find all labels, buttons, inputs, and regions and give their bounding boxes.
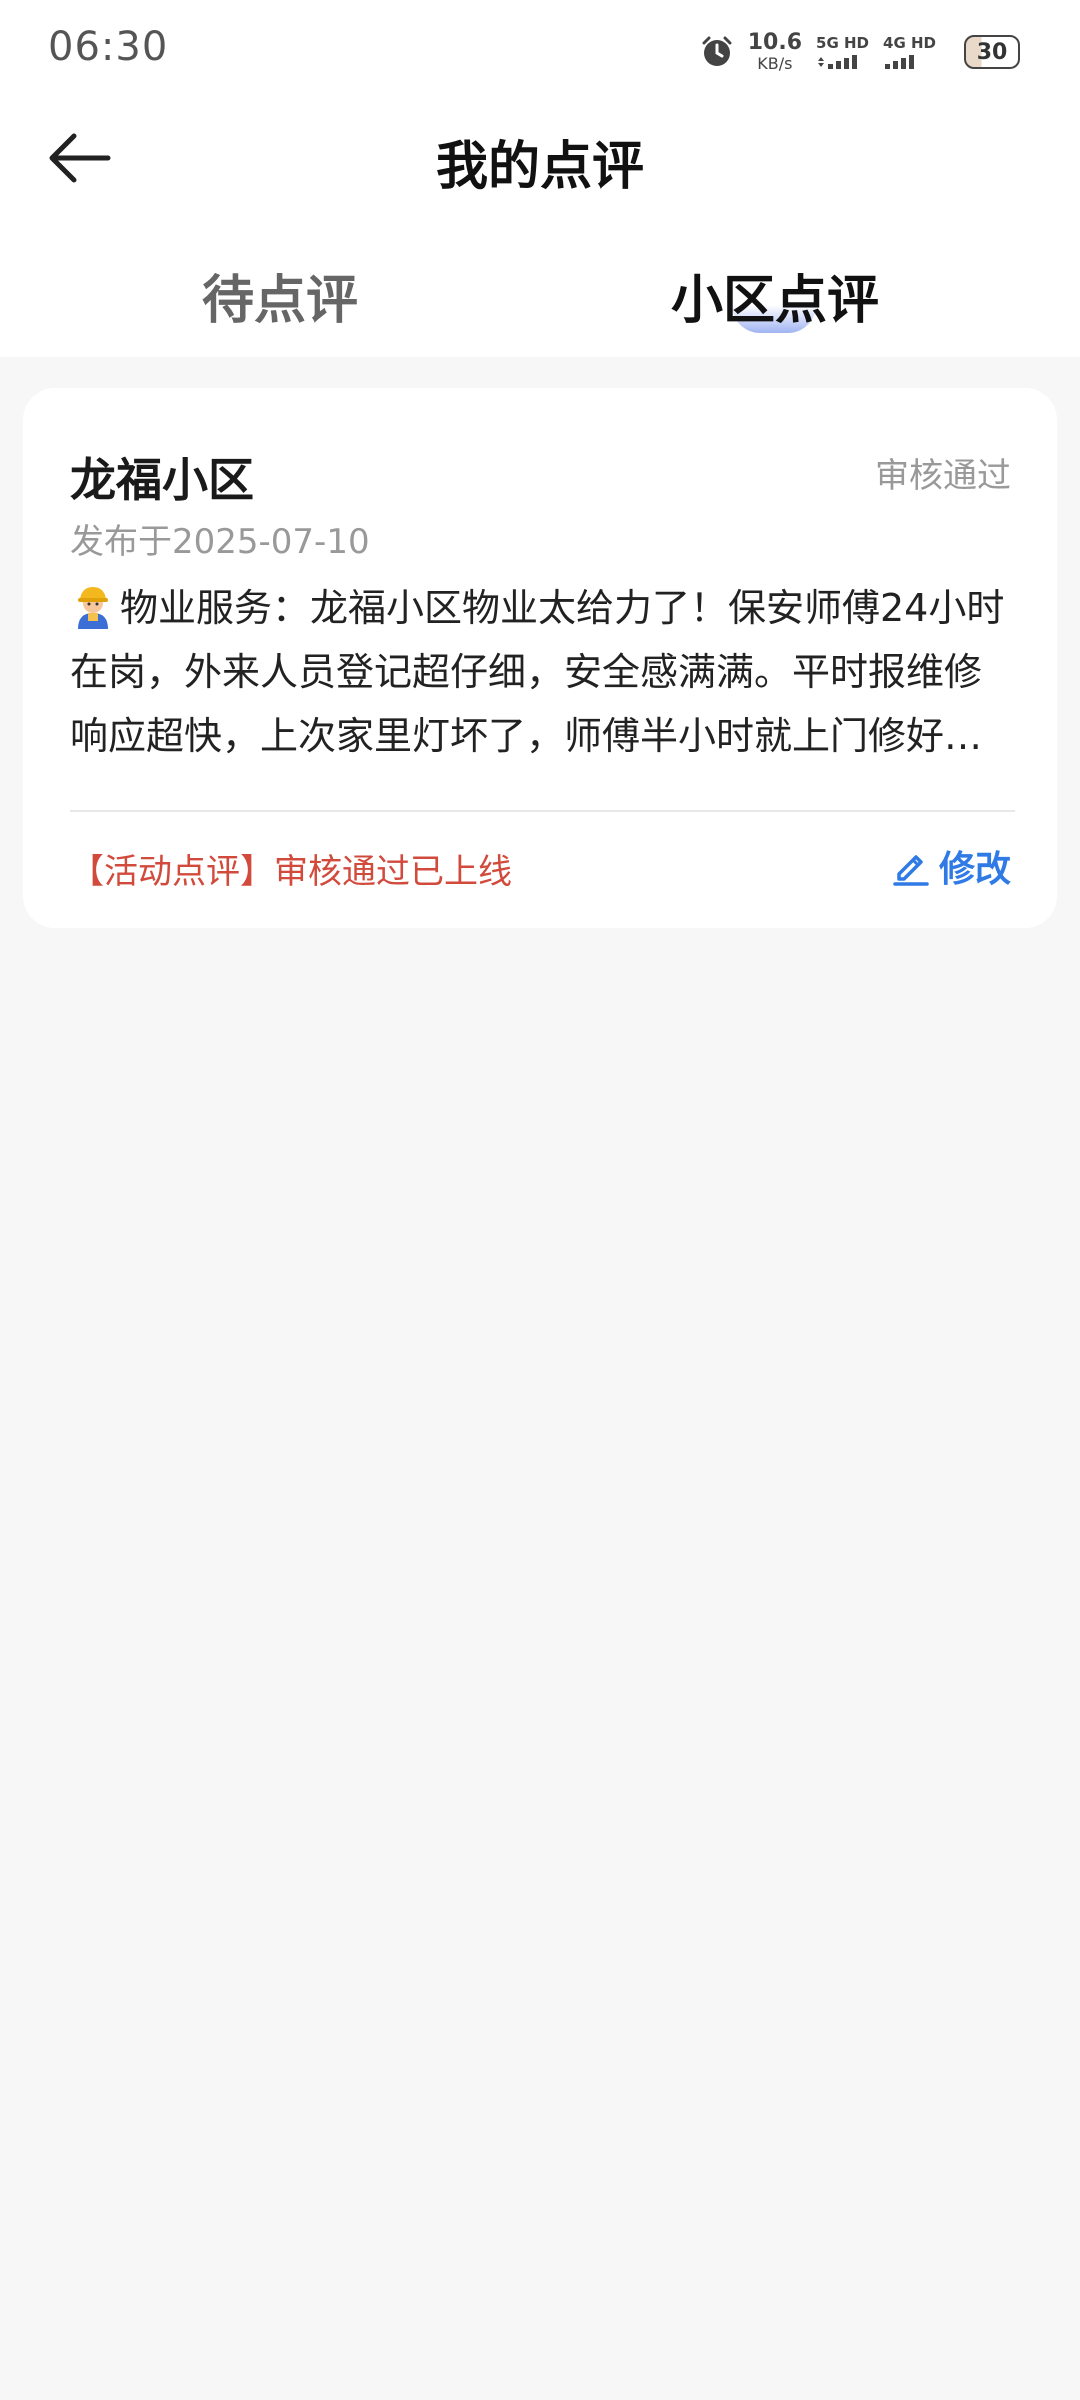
tab-pending-label: 待点评 — [201, 271, 358, 331]
network-speed: 10.6 KB/s — [748, 32, 802, 72]
review-card[interactable]: 龙福小区 审核通过 发布于2025-07-10 物业服务：龙福小区物业太给力了！… — [23, 388, 1057, 928]
tab-bar: 待点评 小区点评 — [0, 240, 1080, 350]
tab-community-label: 小区点评 — [670, 271, 879, 331]
edit-pencil-icon — [893, 855, 929, 886]
net-speed-value: 10.6 — [747, 30, 803, 55]
alarm-icon — [702, 36, 732, 66]
signal-5g: 5G HD — [816, 33, 870, 69]
worker-icon — [78, 587, 108, 629]
battery-icon: 30 — [964, 35, 1020, 69]
tab-pending-review[interactable]: 待点评 — [80, 258, 480, 333]
activity-note: 【活动点评】审核通过已上线 — [70, 852, 512, 892]
review-status: 审核通过 — [875, 456, 1011, 496]
community-name: 龙福小区 — [70, 453, 254, 507]
card-divider — [70, 810, 1015, 812]
signal-bars-icon — [885, 54, 915, 69]
signal-4g-label: 4G HD — [883, 33, 936, 52]
status-time: 06:30 — [48, 24, 169, 70]
tab-community-review[interactable]: 小区点评 — [575, 258, 975, 333]
top-area: 06:30 10.6 KB/s 5G HD 4G HD 30 我的点评 待点评 … — [0, 0, 1080, 357]
net-speed-unit: KB/s — [757, 54, 793, 73]
review-content-text: 物业服务：龙福小区物业太给力了！保安师傅24小时在岗，外来人员登记超仔细，安全感… — [70, 586, 1005, 758]
signal-bars-icon — [818, 54, 858, 69]
page-title: 我的点评 — [435, 137, 644, 197]
status-icons: 10.6 KB/s 5G HD 4G HD 30 — [700, 30, 1020, 74]
publish-date: 发布于2025-07-10 — [70, 522, 370, 562]
status-bar: 06:30 10.6 KB/s 5G HD 4G HD 30 — [0, 0, 1080, 100]
signal-5g-label: 5G HD — [816, 33, 870, 52]
edit-button[interactable]: 修改 — [891, 840, 1011, 892]
header: 我的点评 — [0, 100, 1080, 220]
signal-4g: 4G HD — [883, 33, 936, 69]
review-content: 物业服务：龙福小区物业太给力了！保安师傅24小时在岗，外来人员登记超仔细，安全感… — [70, 576, 1015, 768]
edit-label: 修改 — [938, 849, 1011, 890]
